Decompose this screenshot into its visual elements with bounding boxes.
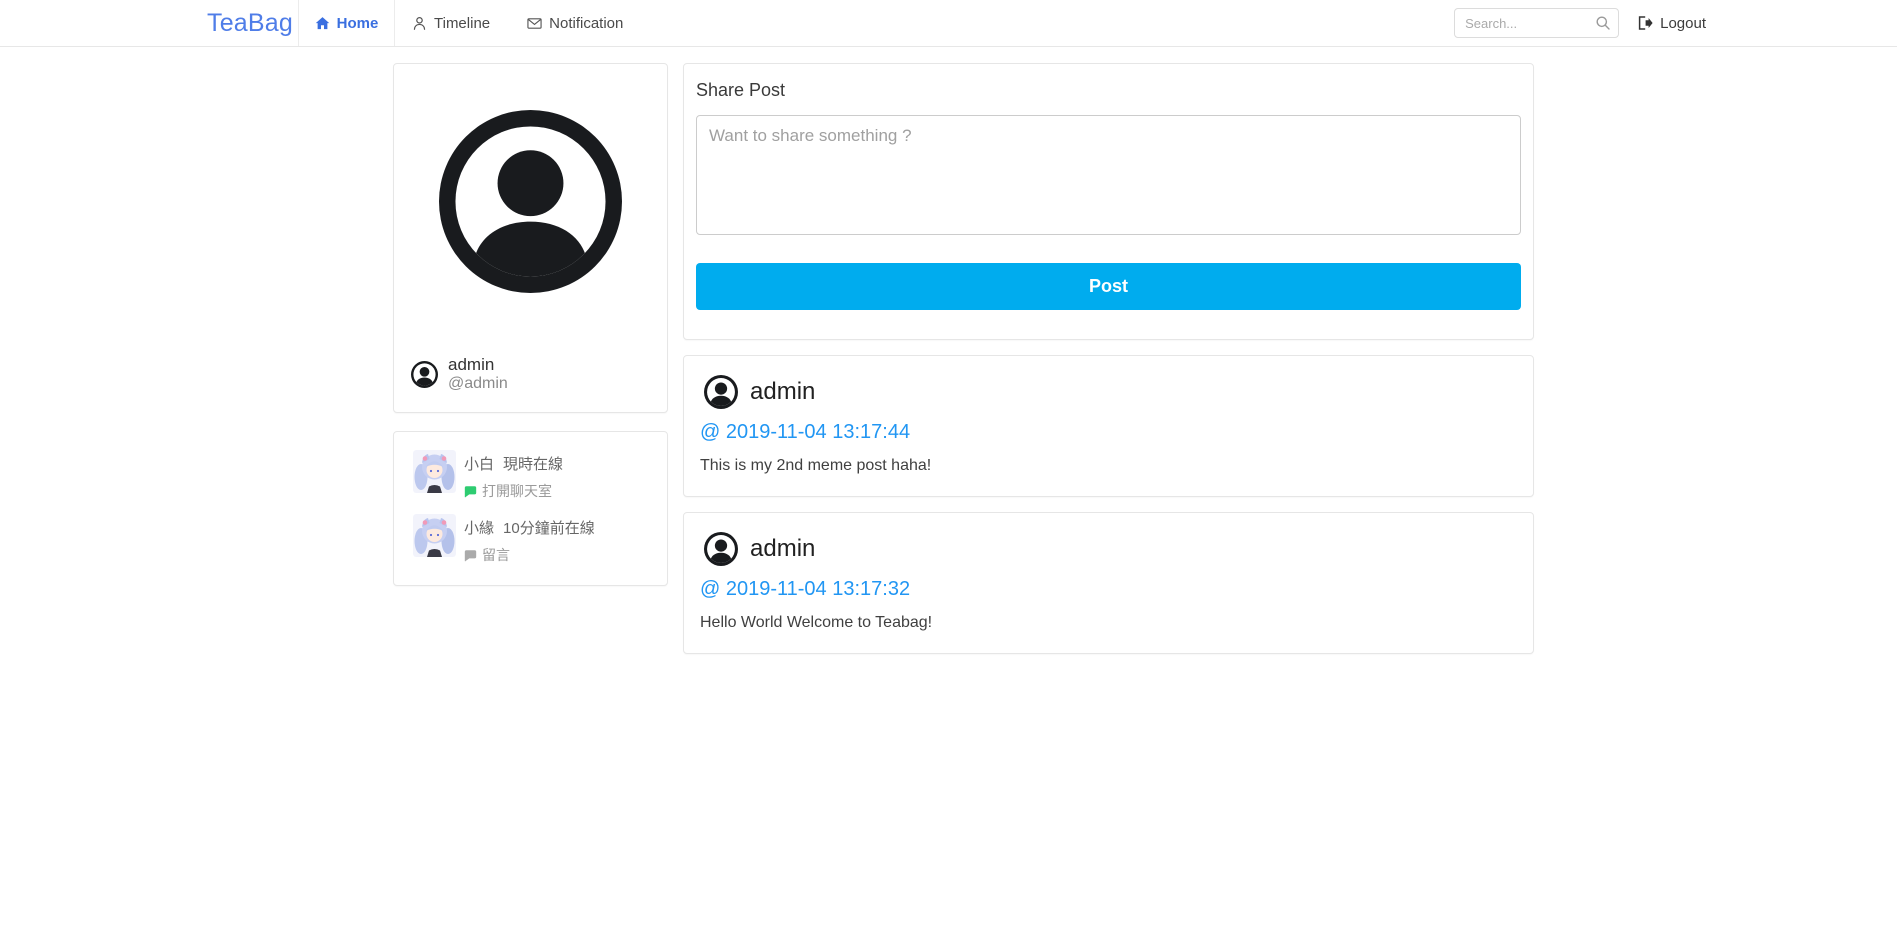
- profile-card: admin @admin: [393, 63, 668, 413]
- friend-info: 小緣 10分鐘前在線 留言: [464, 514, 595, 565]
- open-chat-link[interactable]: 打開聊天室: [464, 481, 563, 501]
- left-column: admin @admin 小白 現時在線 打開聊天室 小緣 10分鐘前在線 留言: [363, 63, 683, 586]
- post-author: admin: [750, 535, 816, 562]
- nav-item-home[interactable]: Home: [298, 0, 395, 46]
- post-button[interactable]: Post: [696, 263, 1521, 310]
- post-timestamp-link[interactable]: @ 2019-11-04 13:17:32: [700, 578, 910, 601]
- post-timestamp-link[interactable]: @ 2019-11-04 13:17:44: [700, 421, 910, 444]
- share-post-card: Share Post Post: [683, 63, 1534, 340]
- post-card: admin @ 2019-11-04 13:17:44 This is my 2…: [683, 355, 1534, 497]
- home-icon: [315, 16, 330, 31]
- main-container: admin @admin 小白 現時在線 打開聊天室 小緣 10分鐘前在線 留言…: [363, 63, 1534, 654]
- post-header: admin: [700, 375, 1517, 409]
- profile-identity-text: admin @admin: [448, 355, 508, 393]
- brand-link[interactable]: TeaBag: [207, 9, 293, 38]
- profile-handle: @admin: [448, 375, 508, 392]
- brand-cell: TeaBag: [207, 0, 298, 46]
- friend-title: 小白 現時在線: [464, 453, 563, 474]
- user-circle-icon: [411, 361, 438, 388]
- nav-item-timeline-label: Timeline: [434, 14, 491, 32]
- logout-button[interactable]: Logout: [1637, 0, 1706, 46]
- chat-bubble-icon: [464, 549, 477, 562]
- navbar-spacer: [623, 0, 1454, 46]
- nav-item-notification-label: Notification: [549, 14, 624, 32]
- profile-identity-row: admin @admin: [394, 355, 667, 393]
- friend-title: 小緣 10分鐘前在線: [464, 517, 595, 538]
- nav-item-notification[interactable]: Notification: [527, 0, 623, 46]
- post-card: admin @ 2019-11-04 13:17:32 Hello World …: [683, 512, 1534, 654]
- logout-icon: [1637, 15, 1653, 31]
- search-box: [1454, 8, 1620, 38]
- friend-name: 小緣: [464, 520, 495, 537]
- search-button[interactable]: [1591, 11, 1615, 35]
- profile-name: admin: [448, 355, 495, 374]
- post-header: admin: [700, 532, 1517, 566]
- envelope-icon: [527, 16, 542, 31]
- leave-message-link[interactable]: 留言: [464, 545, 595, 565]
- friend-name: 小白: [464, 456, 495, 473]
- friend-avatar[interactable]: [413, 450, 456, 493]
- person-icon: [412, 16, 427, 31]
- user-circle-icon: [704, 532, 738, 566]
- friend-status: 現時在線: [503, 456, 564, 473]
- friend-status: 10分鐘前在線: [503, 520, 595, 537]
- post-text: This is my 2nd meme post haha!: [700, 457, 932, 474]
- share-post-textarea[interactable]: [696, 115, 1521, 235]
- top-navbar: TeaBag Home Timeline Notification Logout: [0, 0, 1897, 47]
- nav-item-timeline[interactable]: Timeline: [412, 0, 490, 46]
- open-chat-label: 打開聊天室: [482, 483, 552, 499]
- feed-column: Share Post Post admin @ 2019-11-04 13:17…: [683, 63, 1534, 654]
- leave-message-label: 留言: [482, 547, 510, 563]
- chat-bubble-icon: [464, 485, 477, 498]
- friends-card: 小白 現時在線 打開聊天室 小緣 10分鐘前在線 留言: [393, 431, 668, 586]
- logout-label: Logout: [1660, 14, 1706, 32]
- friend-info: 小白 現時在線 打開聊天室: [464, 450, 563, 501]
- nav-item-home-label: Home: [336, 14, 379, 32]
- search-icon: [1595, 15, 1611, 31]
- post-text: Hello World Welcome to Teabag!: [700, 614, 933, 631]
- post-author: admin: [750, 378, 816, 405]
- friend-row: 小白 現時在線 打開聊天室: [413, 450, 653, 501]
- user-circle-icon: [439, 110, 622, 293]
- friend-avatar[interactable]: [413, 514, 456, 557]
- user-circle-icon: [704, 375, 738, 409]
- friend-row: 小緣 10分鐘前在線 留言: [413, 514, 653, 565]
- share-post-title: Share Post: [696, 80, 786, 100]
